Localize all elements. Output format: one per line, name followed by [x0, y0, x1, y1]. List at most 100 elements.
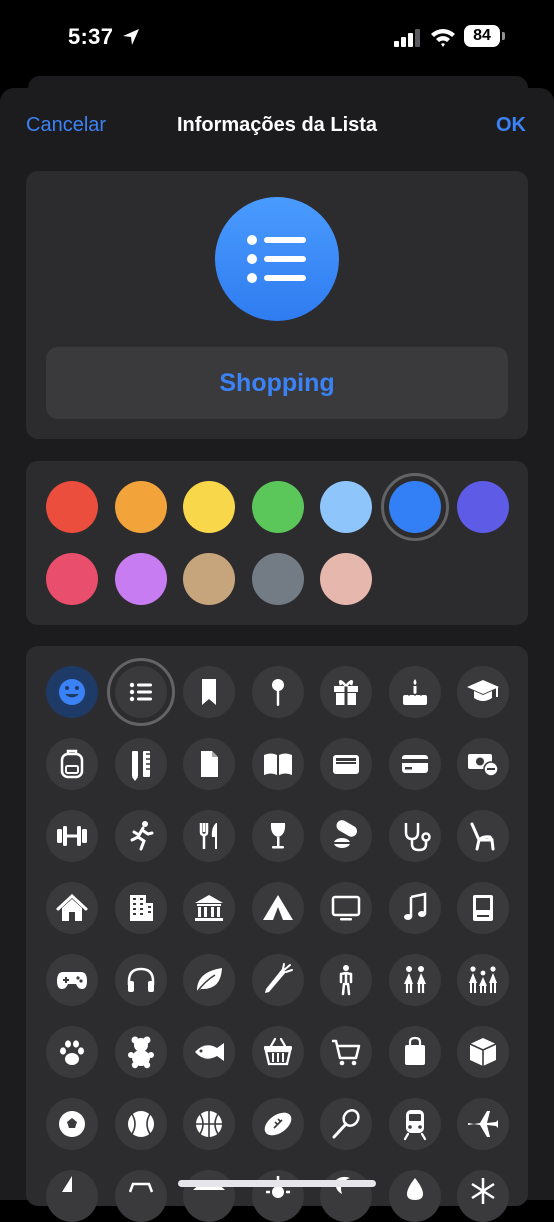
icon-option-family[interactable] — [457, 954, 509, 1006]
icon-option-sun[interactable] — [252, 1170, 304, 1222]
snowflake-icon — [471, 1178, 495, 1204]
icon-option-box[interactable] — [457, 1026, 509, 1078]
baseball-icon — [128, 1111, 154, 1137]
cellular-signal-icon — [394, 29, 420, 47]
color-swatch-blue[interactable] — [389, 481, 441, 533]
icon-option-tent[interactable] — [252, 882, 304, 934]
icon-option-snowflake[interactable] — [457, 1170, 509, 1222]
location-arrow-icon — [123, 29, 139, 45]
icon-option-pills[interactable] — [320, 810, 372, 862]
icon-option-carrot[interactable] — [252, 954, 304, 1006]
icon-option-car[interactable] — [115, 1170, 167, 1222]
tennis-racket-icon — [332, 1109, 360, 1139]
icon-option-soccer-ball[interactable] — [46, 1098, 98, 1150]
icon-option-dumbbell[interactable] — [46, 810, 98, 862]
list-bullet-icon — [247, 235, 306, 283]
color-swatch-green[interactable] — [252, 481, 304, 533]
sun-icon — [266, 1176, 290, 1198]
icon-option-list-bullet[interactable] — [115, 666, 167, 718]
icon-option-teddy-bear[interactable] — [115, 1026, 167, 1078]
color-swatch-rose[interactable] — [320, 553, 372, 605]
icon-option-computer[interactable] — [457, 882, 509, 934]
icon-option-bank[interactable] — [183, 882, 235, 934]
graduation-cap-icon — [467, 680, 499, 701]
icon-option-money[interactable] — [457, 738, 509, 790]
box-icon — [469, 1038, 497, 1066]
color-swatch-red[interactable] — [46, 481, 98, 533]
icon-option-cart[interactable] — [320, 1026, 372, 1078]
football-icon — [264, 1112, 292, 1136]
icon-option-document[interactable] — [183, 738, 235, 790]
icon-option-airplane[interactable] — [457, 1098, 509, 1150]
icon-option-train[interactable] — [389, 1098, 441, 1150]
umbrella-icon — [193, 1182, 225, 1190]
pawprint-icon — [60, 1040, 84, 1065]
battery-level: 84 — [464, 25, 500, 47]
basket-icon — [264, 1037, 292, 1066]
running-icon — [130, 821, 154, 851]
list-name-input[interactable]: Shopping — [46, 347, 508, 419]
icon-option-wine-glass[interactable] — [252, 810, 304, 862]
icon-option-shopping-bag[interactable] — [389, 1026, 441, 1078]
icon-option-umbrella[interactable] — [183, 1170, 235, 1222]
icon-option-sailboat[interactable] — [46, 1170, 98, 1222]
icon-option-fork-knife[interactable] — [183, 810, 235, 862]
icon-option-leaf[interactable] — [183, 954, 235, 1006]
color-swatch-orange[interactable] — [115, 481, 167, 533]
icon-option-pin[interactable] — [252, 666, 304, 718]
color-swatch-purple[interactable] — [115, 553, 167, 605]
book-icon — [264, 753, 292, 775]
icon-option-stethoscope[interactable] — [389, 810, 441, 862]
icon-option-backpack[interactable] — [46, 738, 98, 790]
icon-option-graduation-cap[interactable] — [457, 666, 509, 718]
icon-option-basket[interactable] — [252, 1026, 304, 1078]
color-swatch-gray[interactable] — [252, 553, 304, 605]
icon-option-credit-card[interactable] — [389, 738, 441, 790]
icon-option-baseball[interactable] — [115, 1098, 167, 1150]
icon-option-chair[interactable] — [457, 810, 509, 862]
color-swatch-pink[interactable] — [46, 553, 98, 605]
icon-option-tv[interactable] — [320, 882, 372, 934]
icon-option-fish[interactable] — [183, 1026, 235, 1078]
icon-option-book[interactable] — [252, 738, 304, 790]
color-swatch-yellow[interactable] — [183, 481, 235, 533]
icon-option-building[interactable] — [115, 882, 167, 934]
person-icon — [339, 965, 353, 996]
icon-option-football[interactable] — [252, 1098, 304, 1150]
icon-option-person[interactable] — [320, 954, 372, 1006]
ok-button[interactable]: OK — [496, 114, 526, 137]
computer-icon — [473, 895, 493, 921]
fork-knife-icon — [199, 823, 217, 849]
icon-option-pawprint[interactable] — [46, 1026, 98, 1078]
airplane-icon — [468, 1111, 498, 1137]
color-swatch-indigo[interactable] — [457, 481, 509, 533]
icon-option-smiley[interactable] — [46, 666, 98, 718]
icon-option-tennis-racket[interactable] — [320, 1098, 372, 1150]
icon-option-running[interactable] — [115, 810, 167, 862]
icon-option-headphones[interactable] — [115, 954, 167, 1006]
list-bullet-icon — [129, 682, 152, 702]
icon-option-bookmark[interactable] — [183, 666, 235, 718]
icon-option-house[interactable] — [46, 882, 98, 934]
money-icon — [468, 754, 499, 777]
drop-icon — [407, 1178, 423, 1200]
icon-option-moon[interactable] — [320, 1170, 372, 1222]
icon-option-basketball[interactable] — [183, 1098, 235, 1150]
icon-option-drop[interactable] — [389, 1170, 441, 1222]
sailboat-icon — [62, 1176, 72, 1192]
icon-option-gift[interactable] — [320, 666, 372, 718]
train-icon — [403, 1110, 427, 1141]
shopping-bag-icon — [405, 1036, 425, 1065]
stethoscope-icon — [404, 823, 431, 852]
color-swatch-tan[interactable] — [183, 553, 235, 605]
icon-option-gamecontroller[interactable] — [46, 954, 98, 1006]
icon-option-wallet[interactable] — [320, 738, 372, 790]
icon-option-ruler-pencil[interactable] — [115, 738, 167, 790]
icon-option-music-note[interactable] — [389, 882, 441, 934]
chair-icon — [470, 822, 495, 851]
icon-option-two-people[interactable] — [389, 954, 441, 1006]
color-swatch-light-blue[interactable] — [320, 481, 372, 533]
status-time: 5:37 — [68, 24, 114, 49]
gift-icon — [334, 680, 358, 705]
icon-option-birthday-cake[interactable] — [389, 666, 441, 718]
